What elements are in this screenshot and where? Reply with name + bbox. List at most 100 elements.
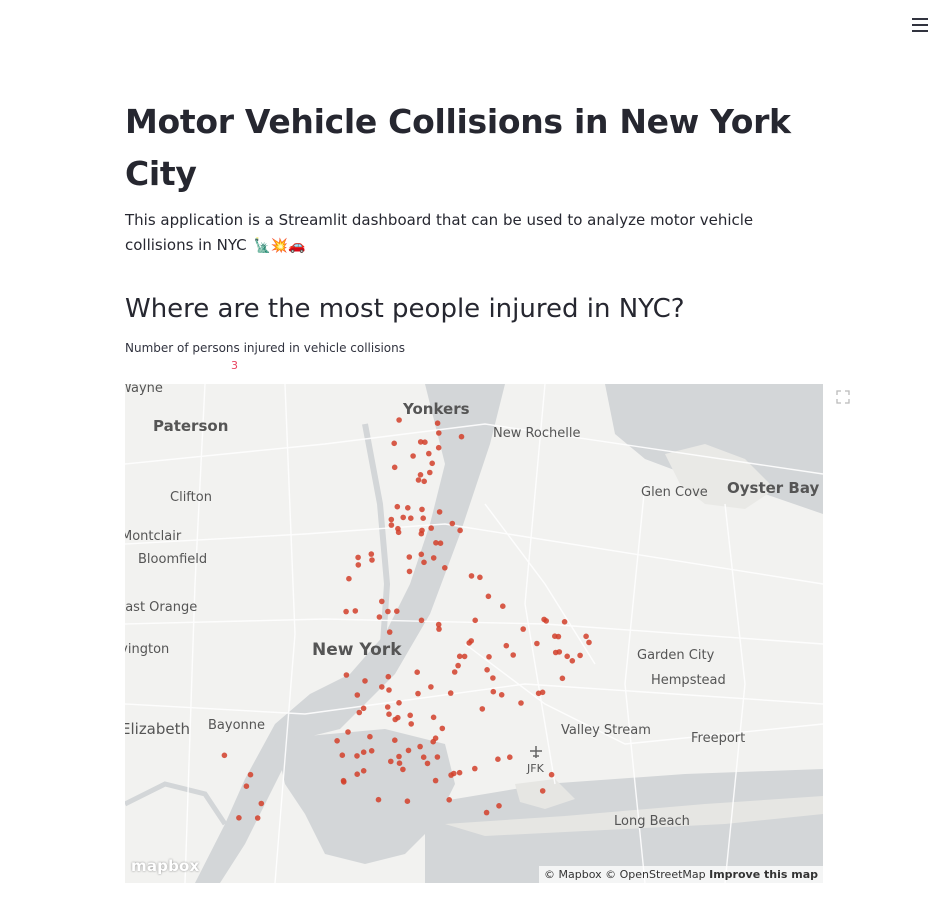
slider-value: 3	[231, 359, 238, 372]
collision-point	[455, 662, 461, 669]
collision-point	[379, 598, 385, 605]
collision-point	[400, 766, 406, 773]
collision-point	[362, 678, 368, 684]
collision-point	[507, 754, 513, 760]
collision-point	[360, 705, 367, 712]
collision-point	[420, 754, 427, 760]
collision-point	[415, 690, 421, 697]
collision-point	[561, 619, 568, 625]
collision-point	[419, 527, 425, 534]
collision-point	[417, 472, 424, 478]
collision-point	[388, 758, 394, 765]
collision-point	[495, 756, 501, 762]
label-new-york: New York	[312, 640, 402, 660]
map-canvas: Yonkers Paterson New Rochelle Clifton Gl…	[125, 384, 823, 883]
collision-point	[352, 608, 359, 614]
collision-point	[392, 716, 399, 723]
collision-point	[449, 520, 456, 527]
collision-point	[426, 450, 432, 457]
label-hempstead: Hempstead	[651, 673, 726, 688]
collision-point	[555, 633, 562, 640]
label-long-beach: Long Beach	[614, 814, 690, 829]
collision-point	[404, 798, 411, 804]
collision-point	[391, 440, 398, 447]
collision-point	[354, 692, 361, 698]
collision-point	[583, 633, 589, 640]
collision-point	[430, 555, 437, 561]
label-bayonne: Bayonne	[208, 718, 265, 733]
collision-point	[334, 738, 340, 744]
collision-point	[447, 690, 454, 696]
collision-point	[456, 769, 463, 776]
collision-point	[385, 608, 391, 615]
mapbox-logo[interactable]: mapbox	[131, 857, 199, 875]
collision-point	[564, 653, 570, 660]
collision-point	[354, 771, 360, 777]
collision-point	[500, 603, 506, 609]
collision-point	[433, 540, 439, 546]
collision-point	[384, 704, 391, 710]
collision-point	[418, 617, 425, 624]
expand-icon[interactable]	[836, 390, 850, 404]
collision-point	[395, 525, 401, 532]
collision-point	[577, 652, 583, 659]
collision-point	[439, 725, 446, 732]
collision-point	[355, 562, 362, 568]
label-valley-stream: Valley Stream	[561, 723, 651, 738]
collision-point	[339, 752, 346, 758]
collision-point	[479, 706, 486, 712]
collision-point	[417, 743, 423, 750]
collision-point	[391, 464, 398, 471]
label-elizabeth: Elizabeth	[125, 720, 190, 738]
label-new-rochelle: New Rochelle	[493, 426, 581, 441]
collision-point	[394, 608, 400, 614]
collision-point	[369, 557, 375, 563]
hamburger-menu-icon[interactable]	[910, 14, 930, 34]
collision-point	[221, 752, 228, 759]
collision-point	[421, 559, 427, 566]
collision-point	[434, 420, 441, 426]
collision-point	[468, 573, 475, 579]
label-wayne: Wayne	[125, 384, 163, 396]
collision-point	[386, 711, 392, 717]
collision-point	[355, 554, 361, 561]
collision-point	[254, 815, 261, 821]
collision-point	[559, 675, 566, 682]
map-attribution: © Mapbox © OpenStreetMap Improve this ma…	[539, 866, 823, 883]
collision-point	[434, 754, 441, 760]
collision-point	[406, 568, 413, 575]
collision-point	[485, 593, 492, 600]
collision-point	[417, 439, 424, 445]
collision-point	[442, 565, 448, 571]
collision-map[interactable]: Yonkers Paterson New Rochelle Clifton Gl…	[125, 384, 823, 883]
airport-icon	[530, 746, 542, 758]
collision-point	[436, 509, 443, 515]
collision-point	[490, 675, 496, 681]
collision-point	[430, 738, 437, 745]
collision-point	[394, 503, 401, 510]
collision-point	[435, 444, 442, 451]
collision-point	[367, 733, 373, 740]
collision-point	[385, 673, 392, 680]
label-glen-cove: Glen Cove	[641, 485, 708, 500]
collision-point	[490, 688, 497, 695]
collision-point	[258, 800, 265, 807]
label-clifton: Clifton	[170, 490, 212, 505]
collision-point	[400, 514, 407, 521]
attribution-text[interactable]: © Mapbox © OpenStreetMap	[544, 868, 706, 881]
collision-point	[586, 639, 592, 646]
collision-point	[539, 689, 546, 696]
collision-point	[424, 760, 431, 767]
collision-point	[548, 771, 555, 778]
label-paterson: Paterson	[153, 417, 228, 435]
collision-point	[428, 684, 434, 690]
label-irvington: Irvington	[125, 642, 169, 657]
collision-point	[407, 712, 414, 719]
label-east-orange: East Orange	[125, 600, 197, 615]
collision-point	[421, 478, 428, 485]
improve-map-link[interactable]: Improve this map	[709, 868, 818, 881]
collision-point	[448, 772, 454, 778]
collision-point	[472, 765, 478, 772]
collision-point	[410, 453, 416, 459]
collision-point	[520, 626, 526, 632]
